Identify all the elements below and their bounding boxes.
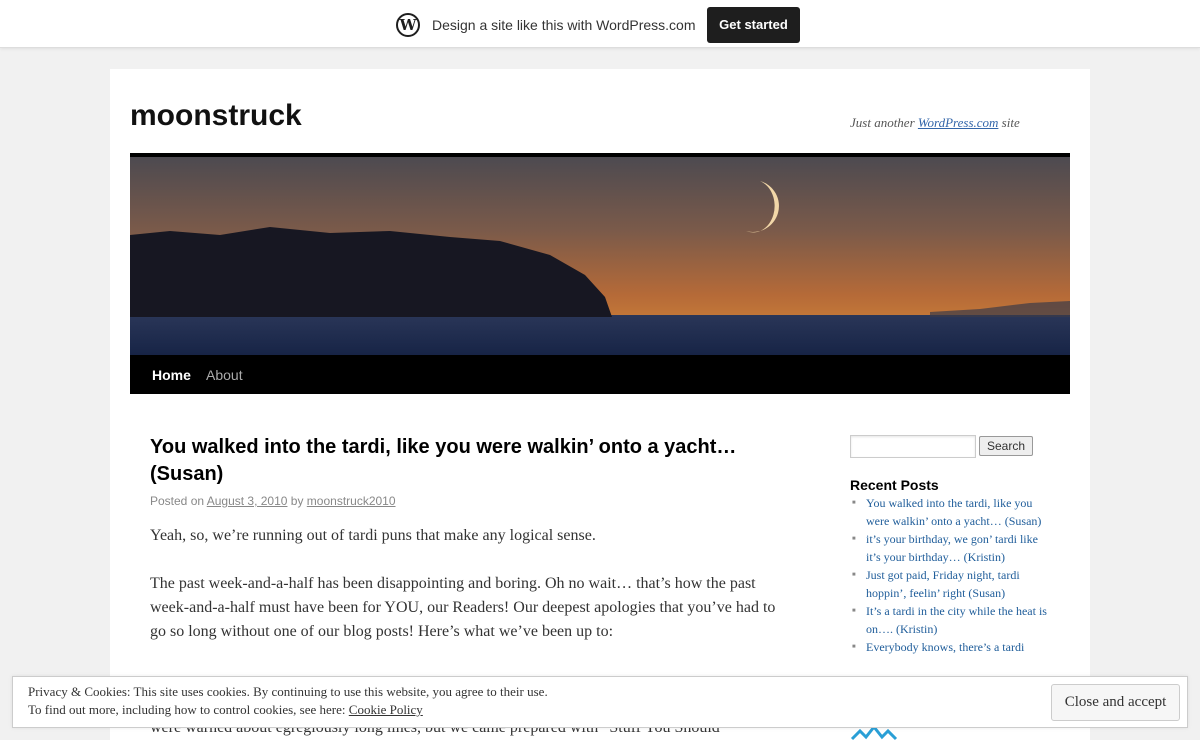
post-author-link[interactable]: moonstruck2010 <box>307 494 396 508</box>
cookie-more-info-prefix: To find out more, including how to contr… <box>28 702 349 717</box>
close-and-accept-button[interactable]: Close and accept <box>1051 684 1180 721</box>
tagline-wordpress-link[interactable]: WordPress.com <box>918 115 999 130</box>
search-button[interactable]: Search <box>979 436 1033 456</box>
post-title[interactable]: You walked into the tardi, like you were… <box>150 434 750 488</box>
cookie-policy-link[interactable]: Cookie Policy <box>349 702 423 717</box>
main-navigation: Home About <box>130 355 1070 394</box>
nav-item-home[interactable]: Home <box>152 367 191 383</box>
cookie-notice-text: Privacy & Cookies: This site uses cookie… <box>28 684 548 699</box>
list-item: it’s your birthday, we gon’ tardi like i… <box>850 530 1050 566</box>
recent-post-link[interactable]: You walked into the tardi, like you were… <box>866 496 1041 528</box>
site-title[interactable]: moonstruck <box>130 99 302 133</box>
posted-on-label: Posted on <box>150 494 207 508</box>
site-tagline: Just another WordPress.com site <box>850 115 1020 131</box>
moon-over-water-image <box>130 157 1070 355</box>
list-item: Everybody knows, there’s a tardi <box>850 638 1050 656</box>
cookie-banner: Privacy & Cookies: This site uses cookie… <box>12 676 1188 728</box>
tagline-prefix: Just another <box>850 115 918 130</box>
list-item: Just got paid, Friday night, tardi hoppi… <box>850 566 1050 602</box>
recent-posts-title: Recent Posts <box>850 477 939 493</box>
recent-post-link[interactable]: Just got paid, Friday night, tardi hoppi… <box>866 568 1020 600</box>
by-label: by <box>287 494 307 508</box>
post-date-link[interactable]: August 3, 2010 <box>207 494 288 508</box>
post-meta: Posted on August 3, 2010 by moonstruck20… <box>150 494 396 508</box>
list-item: You walked into the tardi, like you were… <box>850 494 1050 530</box>
banner-message: Design a site like this with WordPress.c… <box>432 17 696 33</box>
tagline-suffix: site <box>998 115 1020 130</box>
search-input[interactable] <box>850 435 976 458</box>
recent-post-link[interactable]: It’s a tardi in the city while the heat … <box>866 604 1047 636</box>
cookie-more-info: To find out more, including how to contr… <box>28 702 423 718</box>
post-paragraph: Yeah, so, we’re running out of tardi pun… <box>150 527 596 544</box>
wordpress-promo-banner: W Design a site like this with WordPress… <box>0 0 1200 48</box>
wordpress-logo-icon[interactable]: W <box>396 13 420 37</box>
recent-post-link[interactable]: Everybody knows, there’s a tardi <box>866 640 1024 654</box>
header-image <box>130 153 1070 355</box>
recent-post-link[interactable]: it’s your birthday, we gon’ tardi like i… <box>866 532 1038 564</box>
page-container: moonstruck Just another WordPress.com si… <box>110 69 1090 740</box>
get-started-button[interactable]: Get started <box>707 7 800 43</box>
post-paragraph: The past week-and-a-half has been disapp… <box>150 575 776 640</box>
nav-item-about[interactable]: About <box>206 367 243 383</box>
list-item: It’s a tardi in the city while the heat … <box>850 602 1050 638</box>
recent-posts-list: You walked into the tardi, like you were… <box>850 494 1050 656</box>
